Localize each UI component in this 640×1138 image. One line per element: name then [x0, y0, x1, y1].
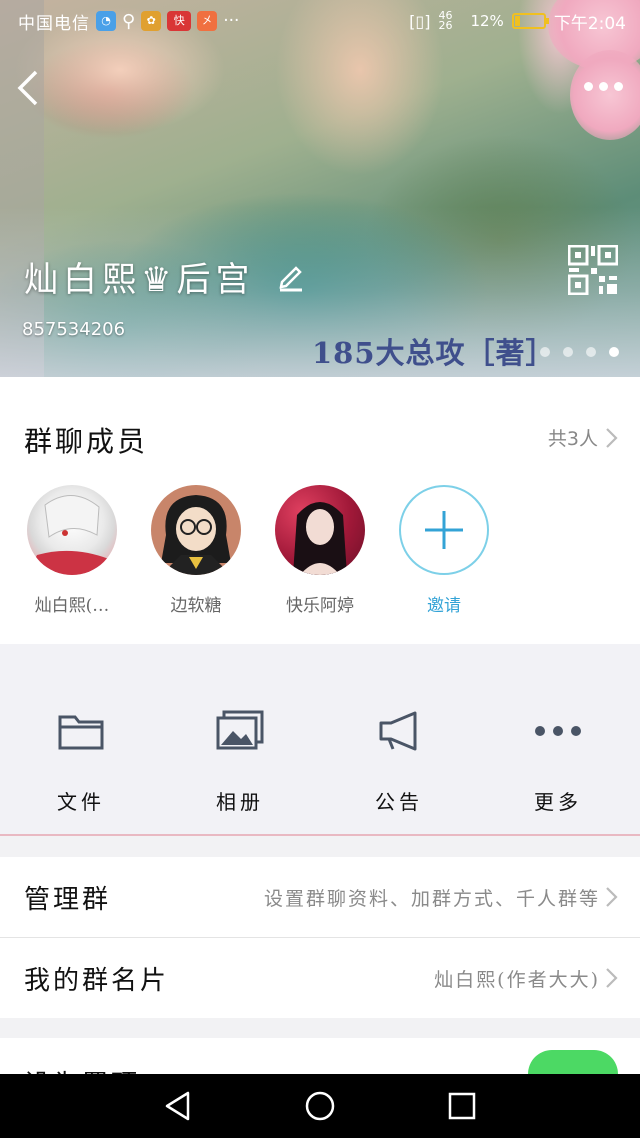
circle-home-icon — [305, 1091, 335, 1121]
page-dot — [563, 347, 573, 357]
edit-name-button[interactable] — [278, 262, 304, 292]
more-tools-button[interactable]: 更多 — [503, 706, 613, 815]
nav-home-button[interactable] — [304, 1090, 336, 1122]
portrait-avatar-art — [293, 502, 347, 575]
page-dot — [540, 347, 550, 357]
status-bar: 中国电信 ◔ ⚲ ✿ 快 㐅 ··· [▯] 46 26 12% 下午2:04 — [0, 0, 640, 42]
album-button[interactable]: 相册 — [185, 706, 295, 815]
members-count-link[interactable]: 共3人 — [548, 424, 618, 451]
cartoon-avatar-art — [161, 495, 231, 575]
chevron-right-icon — [606, 968, 618, 988]
announcement-label: 公告 — [375, 790, 423, 814]
more-options-button[interactable] — [580, 74, 626, 98]
plus-icon — [425, 511, 463, 549]
pencil-icon — [279, 266, 302, 292]
browser-app-icon: ◔ — [96, 11, 116, 31]
group-members-card: 群聊成员 共3人 灿白熙(… 边软糖 快乐阿婷 邀请 — [0, 377, 640, 644]
carrier-name: 中国电信 — [18, 13, 90, 34]
chevron-right-icon — [606, 427, 618, 448]
member-name: 快乐阿婷 — [286, 596, 354, 616]
group-card-label: 我的群名片 — [24, 965, 170, 996]
group-cover-banner: 中国电信 ◔ ⚲ ✿ 快 㐅 ··· [▯] 46 26 12% 下午2:04 … — [0, 0, 640, 377]
clock: 下午2:04 — [553, 13, 626, 34]
megaphone-icon — [379, 711, 417, 751]
nav-back-button[interactable] — [162, 1090, 194, 1122]
cover-page-indicator — [540, 347, 619, 357]
manage-group-row[interactable]: 管理群 设置群聊资料、加群方式、千人群等 — [0, 857, 640, 937]
member-name: 灿白熙(… — [34, 596, 110, 616]
anime-avatar — [27, 485, 117, 575]
chevron-left-icon — [17, 70, 38, 106]
album-label: 相册 — [216, 790, 264, 814]
qr-code-button[interactable] — [567, 244, 619, 296]
more-dot — [583, 81, 593, 91]
cartoon-avatar — [151, 485, 241, 575]
group-name: 灿白熙♛后宫 — [24, 260, 255, 300]
announcement-button[interactable]: 公告 — [344, 706, 454, 815]
manage-group-label: 管理群 — [24, 884, 112, 915]
usb-icon: ⚲ — [122, 10, 136, 32]
battery-icon — [511, 13, 549, 29]
more-dot — [613, 81, 623, 91]
group-card-value: 灿白熙(作者大大) — [434, 968, 600, 991]
page-dot — [586, 347, 596, 357]
member-item[interactable]: 边软糖 — [148, 485, 244, 616]
member-item[interactable]: 快乐阿婷 — [272, 485, 368, 616]
album-icon — [216, 710, 264, 750]
triangle-back-icon — [165, 1091, 190, 1121]
member-name: 边软糖 — [170, 596, 222, 616]
pin-chat-row[interactable]: 设为置顶 — [0, 1038, 640, 1078]
group-number: 857534206 — [22, 319, 126, 340]
group-card-row[interactable]: 我的群名片 灿白熙(作者大大) — [0, 938, 640, 1018]
back-button[interactable] — [12, 66, 48, 110]
manage-group-value: 设置群聊资料、加群方式、千人群等 — [263, 887, 600, 910]
vibrate-icon: [▯] — [409, 11, 431, 31]
add-member-circle — [399, 485, 489, 575]
files-button[interactable]: 文件 — [26, 706, 136, 815]
network-indicator: 46 26 — [438, 9, 453, 32]
news-app-icon: 快 — [167, 11, 192, 31]
chevron-right-icon — [606, 887, 618, 907]
member-item[interactable]: 灿白熙(… — [24, 485, 120, 616]
weibo-app-icon: ✿ — [141, 11, 162, 31]
files-label: 文件 — [57, 790, 105, 814]
notification-icons: ◔ ⚲ ✿ 快 㐅 ··· — [96, 11, 239, 32]
square-recents-icon — [448, 1092, 476, 1120]
nav-recents-button[interactable] — [446, 1090, 478, 1122]
group-tools-panel: 文件 相册 公告 更多 — [0, 644, 640, 836]
qr-code-icon — [567, 244, 619, 296]
system-navigation-bar — [0, 1074, 640, 1138]
more-dots-icon — [535, 726, 581, 736]
invite-label: 邀请 — [427, 596, 461, 616]
more-dot — [598, 81, 608, 91]
cover-caption: 185大总攻［著］ — [312, 336, 556, 370]
anime-avatar-art — [27, 495, 117, 575]
overflow-notification: ··· — [223, 11, 240, 31]
folder-icon — [58, 715, 104, 750]
delivery-app-icon: 㐅 — [197, 11, 218, 31]
more-label: 更多 — [534, 790, 582, 814]
members-count: 共3人 — [547, 428, 598, 450]
portrait-avatar — [275, 485, 365, 575]
invite-member-button[interactable]: 邀请 — [396, 485, 492, 616]
members-title: 群聊成员 — [24, 425, 149, 458]
page-dot-active — [609, 347, 619, 357]
battery-percent: 12% — [470, 12, 504, 30]
